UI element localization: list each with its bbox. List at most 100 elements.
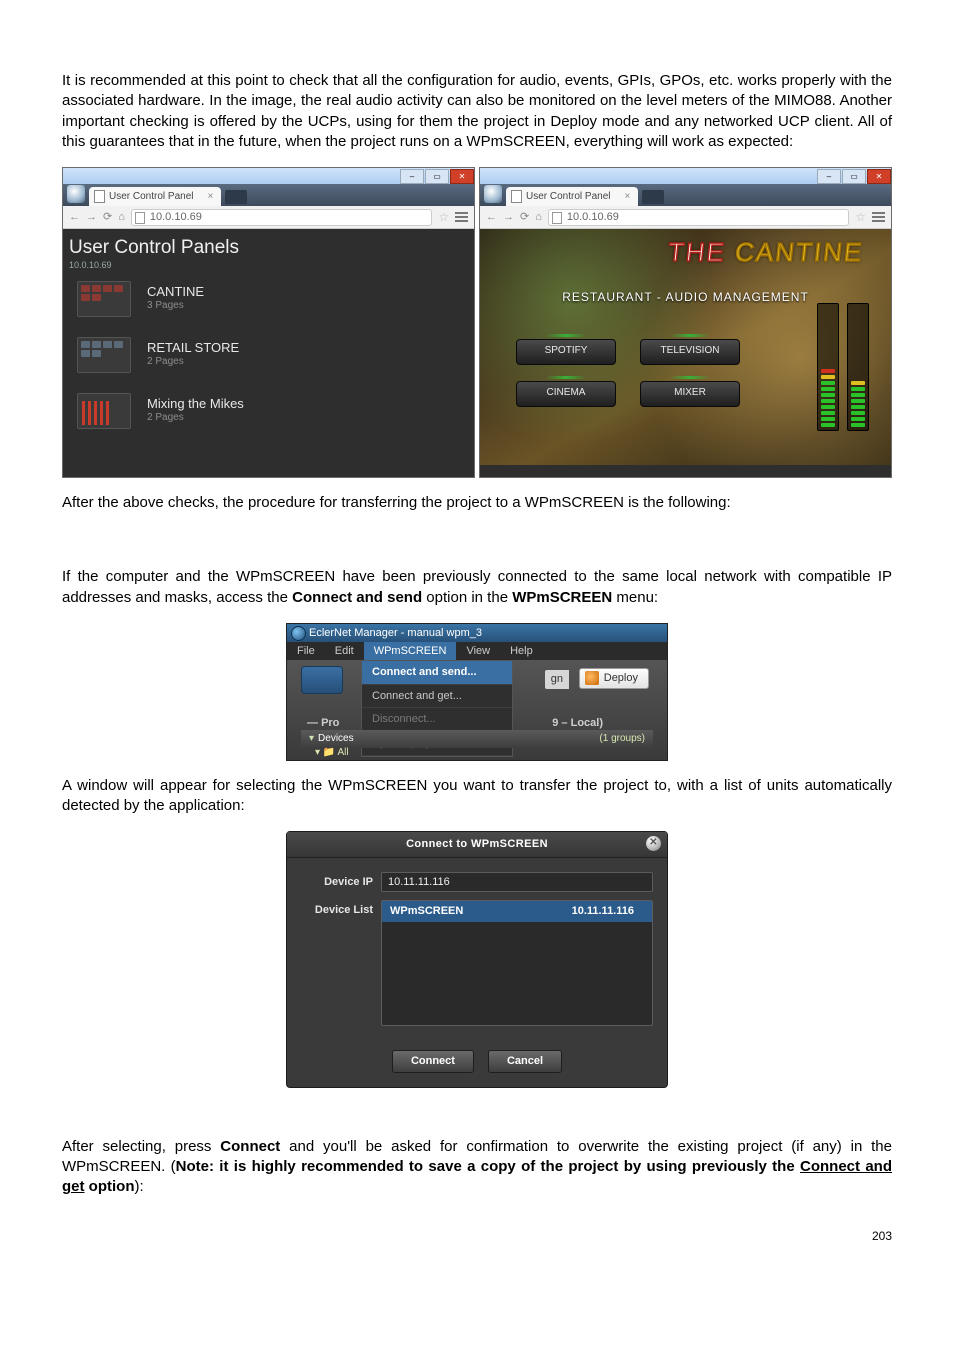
- source-button-television[interactable]: TELEVISION: [640, 339, 740, 365]
- tab-close-icon[interactable]: ×: [207, 190, 213, 204]
- new-tab-button[interactable]: [642, 190, 664, 204]
- panel-pages: 2 Pages: [147, 411, 244, 425]
- tab-title: User Control Panel: [109, 190, 193, 204]
- menu-help[interactable]: Help: [500, 642, 543, 660]
- address-text: 10.0.10.69: [567, 211, 619, 223]
- all-row[interactable]: ▾ 📁 All: [315, 746, 349, 760]
- panel-thumbnail: [77, 393, 131, 429]
- menu-file[interactable]: File: [287, 642, 325, 660]
- deploy-button[interactable]: Deploy: [579, 668, 649, 689]
- toolbar-network-icon[interactable]: [301, 666, 343, 694]
- device-list[interactable]: WPmSCREEN 10.11.11.116: [381, 900, 653, 1026]
- dialog-title: Connect to WPmSCREEN ✕: [287, 832, 667, 858]
- browser-tab[interactable]: User Control Panel ×: [89, 187, 221, 206]
- ucp-item-mixing[interactable]: Mixing the Mikes 2 Pages: [63, 383, 474, 439]
- cancel-button[interactable]: Cancel: [488, 1050, 562, 1073]
- app-window-title: EclerNet Manager - manual wpm_3: [287, 624, 667, 642]
- nav-forward-icon[interactable]: →: [503, 210, 514, 225]
- window-maximize-button[interactable]: ▭: [842, 169, 866, 184]
- cantine-panel-page: THE CANTINE RESTAURANT - AUDIO MANAGEMEN…: [480, 229, 891, 465]
- document-icon: [94, 190, 105, 203]
- browser-tab-strip: User Control Panel ×: [480, 184, 891, 206]
- browser-window-ucp-list: – ▭ ✕ User Control Panel × ← → ⟳ ⌂ 10.0.…: [62, 167, 475, 478]
- eclernet-menu-screenshot: EclerNet Manager - manual wpm_3 File Edi…: [286, 623, 668, 761]
- app-icon: [484, 185, 502, 203]
- panel-pages: 2 Pages: [147, 355, 239, 369]
- device-list-row[interactable]: WPmSCREEN 10.11.11.116: [382, 901, 652, 922]
- page-title: User Control Panels: [63, 235, 474, 261]
- window-minimize-button[interactable]: –: [817, 169, 841, 184]
- screenshots-row: – ▭ ✕ User Control Panel × ← → ⟳ ⌂ 10.0.…: [62, 167, 892, 478]
- panel-name: CANTINE: [147, 285, 204, 299]
- source-button-spotify[interactable]: SPOTIFY: [516, 339, 616, 365]
- nav-reload-icon[interactable]: ⟳: [520, 210, 529, 225]
- address-bar[interactable]: 10.0.10.69: [548, 209, 849, 226]
- new-tab-button[interactable]: [225, 190, 247, 204]
- tab-close-icon[interactable]: ×: [624, 190, 630, 204]
- panel-pages: 3 Pages: [147, 299, 204, 313]
- panel-thumbnail: [77, 281, 131, 317]
- design-mode-fragment: gn: [545, 670, 569, 689]
- source-button-cinema[interactable]: CINEMA: [516, 381, 616, 407]
- window-close-button[interactable]: ✕: [867, 169, 891, 184]
- menu-item-disconnect[interactable]: Disconnect...: [362, 708, 512, 732]
- label-device-list: Device List: [301, 900, 381, 918]
- window-titlebar: – ▭ ✕: [480, 168, 891, 184]
- window-close-button[interactable]: ✕: [450, 169, 474, 184]
- window-titlebar: – ▭ ✕: [63, 168, 474, 184]
- ucp-item-retail[interactable]: RETAIL STORE 2 Pages: [63, 327, 474, 383]
- ucp-item-cantine[interactable]: CANTINE 3 Pages: [63, 271, 474, 327]
- app-menubar: File Edit WPmSCREEN View Help: [287, 642, 667, 660]
- hamburger-menu-icon[interactable]: [455, 212, 468, 222]
- menu-item-connect-send[interactable]: Connect and send...: [362, 661, 512, 685]
- panel-name: RETAIL STORE: [147, 341, 239, 355]
- project-label-fragment: — Pro: [307, 716, 339, 731]
- menu-view[interactable]: View: [456, 642, 500, 660]
- window-maximize-button[interactable]: ▭: [425, 169, 449, 184]
- menu-item-connect-get[interactable]: Connect and get...: [362, 685, 512, 709]
- address-text: 10.0.10.69: [150, 211, 202, 223]
- ucp-list-page: User Control Panels 10.0.10.69 CANTINE 3…: [63, 229, 474, 477]
- caret-down-icon: ▾: [309, 733, 314, 744]
- bookmark-star-icon[interactable]: ☆: [438, 209, 449, 225]
- meter-left: [817, 303, 839, 431]
- browser-tab[interactable]: User Control Panel ×: [506, 187, 638, 206]
- dialog-close-button[interactable]: ✕: [646, 836, 661, 851]
- nav-back-icon[interactable]: ←: [486, 210, 497, 225]
- app-icon: [67, 185, 85, 203]
- app-title-icon: [291, 626, 306, 641]
- devices-strip[interactable]: ▾Devices (1 groups): [301, 730, 653, 748]
- bookmark-star-icon[interactable]: ☆: [855, 209, 866, 225]
- connect-dialog: Connect to WPmSCREEN ✕ Device IP 10.11.1…: [286, 831, 668, 1088]
- panel-thumbnail: [77, 337, 131, 373]
- local-label-fragment: 9 – Local): [552, 716, 603, 731]
- page-icon: [135, 212, 145, 224]
- meter-right: [847, 303, 869, 431]
- connect-button[interactable]: Connect: [392, 1050, 474, 1073]
- input-device-ip[interactable]: 10.11.11.116: [381, 872, 653, 892]
- window-minimize-button[interactable]: –: [400, 169, 424, 184]
- groups-count: (1 groups): [599, 732, 645, 746]
- nav-home-icon[interactable]: ⌂: [118, 210, 125, 225]
- browser-window-cantine-panel: – ▭ ✕ User Control Panel × ← → ⟳ ⌂ 10.0.…: [479, 167, 892, 478]
- hamburger-menu-icon[interactable]: [872, 212, 885, 222]
- nav-back-icon[interactable]: ←: [69, 210, 80, 225]
- browser-tab-strip: User Control Panel ×: [63, 184, 474, 206]
- cantine-logo: THE CANTINE: [666, 235, 865, 270]
- paragraph-after-select: After selecting, press Connect and you'l…: [62, 1137, 892, 1198]
- paragraph-after-checks: After the above checks, the procedure fo…: [62, 493, 892, 513]
- nav-forward-icon[interactable]: →: [86, 210, 97, 225]
- browser-toolbar: ← → ⟳ ⌂ 10.0.10.69 ☆: [63, 206, 474, 229]
- page-icon: [552, 212, 562, 224]
- paragraph-dialog-intro: A window will appear for selecting the W…: [62, 776, 892, 817]
- menu-edit[interactable]: Edit: [325, 642, 364, 660]
- address-bar[interactable]: 10.0.10.69: [131, 209, 432, 226]
- tab-title: User Control Panel: [526, 190, 610, 204]
- menu-wpmscreen[interactable]: WPmSCREEN: [364, 642, 457, 660]
- source-button-mixer[interactable]: MIXER: [640, 381, 740, 407]
- nav-reload-icon[interactable]: ⟳: [103, 210, 112, 225]
- browser-toolbar: ← → ⟳ ⌂ 10.0.10.69 ☆: [480, 206, 891, 229]
- nav-home-icon[interactable]: ⌂: [535, 210, 542, 225]
- label-device-ip: Device IP: [301, 875, 381, 890]
- paragraph-connect-send: If the computer and the WPmSCREEN have b…: [62, 567, 892, 608]
